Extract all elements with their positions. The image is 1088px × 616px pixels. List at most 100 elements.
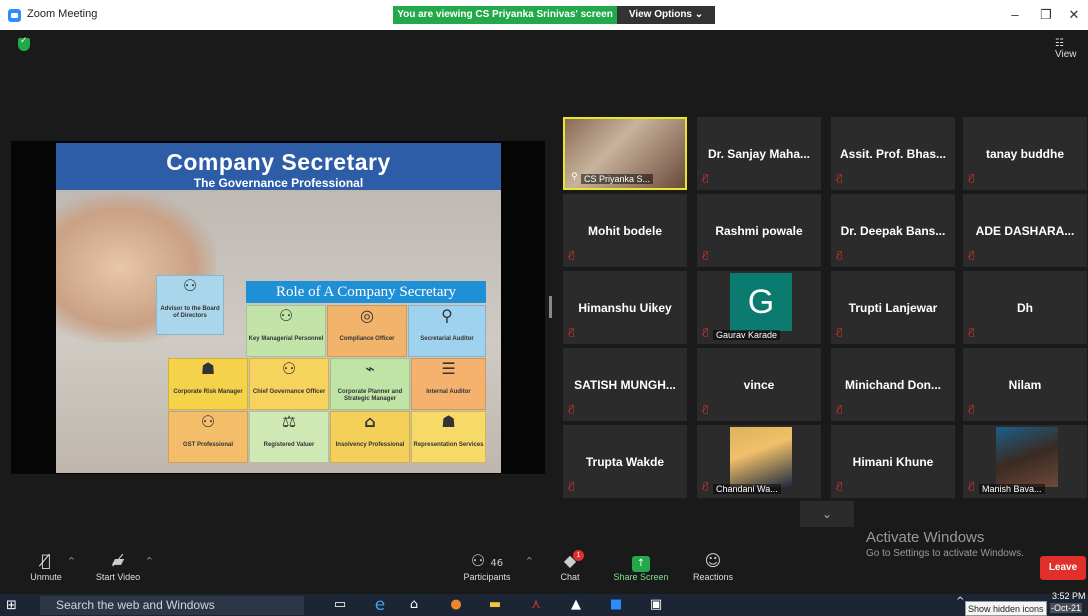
participant-name: Gaurav Karade: [713, 330, 781, 340]
participant-tile[interactable]: 🎙̸ Manish Bava...: [963, 425, 1087, 498]
participant-tile[interactable]: Mohit bodele 🎙̸: [563, 194, 687, 267]
participant-name: Rashmi powale: [715, 224, 803, 238]
participant-photo: [730, 427, 792, 487]
participant-tile[interactable]: Assit. Prof. Bhas... 🎙̸: [831, 117, 955, 190]
participant-tile[interactable]: Nilam 🎙̸: [963, 348, 1087, 421]
start-video-button[interactable]: ▰̸ Start Video: [92, 550, 144, 582]
participant-photo: [996, 427, 1058, 487]
participant-name: Minichand Don...: [845, 378, 941, 392]
group-icon: ⚇: [200, 412, 216, 431]
muted-mic-icon: 🎙̸: [837, 174, 843, 184]
share-screen-button[interactable]: ↑ Share Screen: [610, 550, 672, 582]
participant-name: Trupta Wakde: [585, 455, 665, 469]
photos-icon[interactable]: ▲: [566, 596, 586, 614]
panel-resize-handle[interactable]: [549, 296, 552, 318]
participant-tile[interactable]: 🎙̸ Chandani Wa...: [697, 425, 821, 498]
participant-name: SATISH MUNGH...: [574, 378, 676, 392]
view-options-button[interactable]: View Options ⌄: [617, 6, 715, 24]
zoom-window: Zoom Meeting You are viewing CS Priyanka…: [0, 0, 1088, 616]
security-shield-icon[interactable]: [18, 36, 30, 51]
task-view-icon[interactable]: ▭: [330, 596, 350, 614]
restore-button[interactable]: ❐: [1036, 6, 1056, 24]
valuer-icon: ⚖: [281, 412, 297, 431]
participant-tile[interactable]: tanay buddhe 🎙̸: [963, 117, 1087, 190]
participant-tile[interactable]: Himani Khune 🎙̸: [831, 425, 955, 498]
participant-tile[interactable]: SATISH MUNGH... 🎙̸: [563, 348, 687, 421]
taskbar-clock-date[interactable]: -Oct-21: [1050, 603, 1083, 613]
media-app-icon[interactable]: ▣: [646, 596, 666, 614]
shared-screen: Company Secretary The Governance Profess…: [11, 141, 545, 474]
participant-tile[interactable]: Trupta Wakde 🎙̸: [563, 425, 687, 498]
meeting-icon: ⚇: [281, 359, 297, 378]
muted-mic-icon: 🎙̸: [837, 482, 843, 492]
taskbar-clock-time[interactable]: 3:52 PM: [1052, 591, 1086, 601]
close-button[interactable]: ✕: [1064, 6, 1084, 24]
participant-tile[interactable]: Dh 🎙̸: [963, 271, 1087, 344]
presentation-slide: Company Secretary The Governance Profess…: [56, 143, 501, 473]
participant-name: Chandani Wa...: [713, 484, 781, 494]
muted-mic-icon: 🎙̸: [969, 328, 975, 338]
people-icon: ⚇: [182, 276, 198, 295]
muted-mic-icon: 🎙̸: [41, 551, 51, 570]
muted-mic-icon: 🎙̸: [837, 251, 843, 261]
participant-tile[interactable]: Trupti Lanjewar 🎙̸: [831, 271, 955, 344]
checklist-icon: ☰: [441, 359, 456, 378]
role-block: ⚲ Secretarial Auditor: [408, 305, 486, 357]
zoom-taskbar-icon[interactable]: ■: [606, 596, 626, 614]
share-screen-icon: ↑: [632, 556, 650, 572]
store-icon[interactable]: ⌂: [404, 596, 424, 614]
unmute-button[interactable]: 🎙̸ Unmute: [26, 550, 66, 582]
muted-mic-icon: 🎙̸: [969, 482, 975, 492]
participant-tile[interactable]: G 🎙̸ Gaurav Karade: [697, 271, 821, 344]
show-hidden-icons-tooltip: Show hidden icons: [965, 601, 1047, 616]
gallery-view-button[interactable]: ☷ View: [1055, 38, 1088, 60]
participant-tile[interactable]: Dr. Deepak Bans... 🎙̸: [831, 194, 955, 267]
role-block: ◎ Compliance Officer: [327, 305, 407, 357]
participant-name: vince: [743, 378, 775, 392]
video-options-caret[interactable]: ^: [146, 556, 153, 565]
muted-mic-icon: 🎙̸: [837, 405, 843, 415]
muted-mic-icon: 🎙̸: [703, 482, 709, 492]
participant-name: Trupti Lanjewar: [848, 301, 938, 315]
title-bar: Zoom Meeting You are viewing CS Priyanka…: [0, 0, 1088, 30]
participant-name: Mohit bodele: [588, 224, 662, 238]
leave-button[interactable]: Leave: [1040, 556, 1086, 580]
windows-taskbar: ⊞ Search the web and Windows ▭ e ⌂ ● ▬ ⋏…: [0, 594, 1088, 616]
participant-name: Dh: [1017, 301, 1033, 315]
participants-options-caret[interactable]: ^: [526, 556, 533, 565]
participant-tile[interactable]: Rashmi powale 🎙̸: [697, 194, 821, 267]
participant-tile[interactable]: Himanshu Uikey 🎙̸: [563, 271, 687, 344]
participant-name: Manish Bava...: [979, 484, 1045, 494]
acrobat-icon[interactable]: ⋏: [526, 596, 546, 614]
role-banner: Role of A Company Secretary: [246, 281, 486, 303]
participant-tile[interactable]: Minichand Don... 🎙̸: [831, 348, 955, 421]
participant-tile[interactable]: ⚲ CS Priyanka S...: [563, 117, 687, 190]
participant-name: Himani Khune: [852, 455, 934, 469]
slide-title: Company Secretary: [166, 149, 391, 175]
emoji-icon: ☺: [704, 551, 722, 570]
participant-tile[interactable]: Dr. Sanjay Maha... 🎙̸: [697, 117, 821, 190]
edge-browser-icon[interactable]: e: [370, 596, 390, 614]
participant-tile[interactable]: ADE DASHARA... 🎙̸: [963, 194, 1087, 267]
participant-name: Assit. Prof. Bhas...: [839, 147, 947, 161]
role-block: ⚇ GST Professional: [168, 411, 248, 463]
show-hidden-icons-button[interactable]: ^: [956, 596, 964, 607]
file-explorer-icon[interactable]: ▬: [485, 596, 505, 614]
role-block: ⚇ Chief Governance Officer: [249, 358, 329, 410]
windows-start-icon[interactable]: ⊞: [6, 598, 17, 613]
participant-tile[interactable]: vince 🎙̸: [697, 348, 821, 421]
minimize-button[interactable]: –: [1005, 6, 1025, 24]
gallery-scroll-down-button[interactable]: ⌄: [800, 501, 854, 527]
chat-unread-badge: 1: [573, 550, 584, 561]
muted-mic-icon: 🎙̸: [703, 174, 709, 184]
muted-mic-icon: 🎙̸: [703, 328, 709, 338]
participant-name: tanay buddhe: [985, 147, 1064, 161]
firefox-icon[interactable]: ●: [446, 596, 466, 614]
audio-options-caret[interactable]: ^: [68, 556, 75, 565]
taskbar-search-input[interactable]: Search the web and Windows: [40, 596, 304, 615]
manager-icon: ☗: [200, 359, 216, 378]
participants-button[interactable]: ⚇ 46 Participants: [458, 550, 516, 582]
muted-mic-icon: 🎙̸: [837, 328, 843, 338]
viewing-screen-banner: You are viewing CS Priyanka Srinivas' sc…: [393, 6, 617, 24]
reactions-button[interactable]: ☺ Reactions: [688, 550, 738, 582]
